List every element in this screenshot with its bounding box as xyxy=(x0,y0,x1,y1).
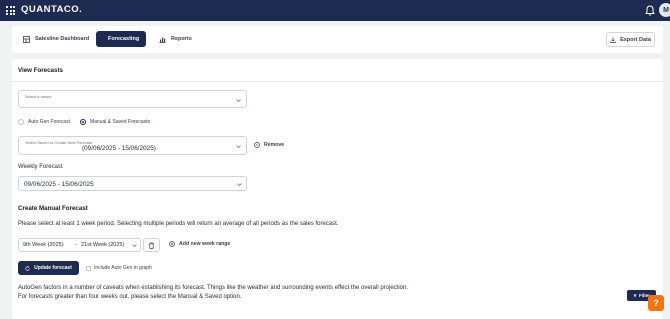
week-start-value: 9th Week (2025) xyxy=(23,242,64,248)
include-autogen-checkbox[interactable] xyxy=(86,265,91,271)
view-forecasts-heading: View Forecasts xyxy=(18,67,63,74)
add-circle-icon xyxy=(169,241,175,247)
venue-select[interactable]: Select a venue xyxy=(18,90,247,108)
tab-bar: Salesline Dashboard Forecasting Reports xyxy=(12,26,663,53)
dashboard-icon xyxy=(23,35,30,43)
tab-label: Forecasting xyxy=(108,36,140,42)
tab-label: Salesline Dashboard xyxy=(35,36,90,42)
bell-icon[interactable] xyxy=(645,5,655,16)
create-manual-forecast-heading: Create Manual Forecast xyxy=(18,205,88,212)
chevron-down-icon xyxy=(236,145,241,149)
chevron-down-icon xyxy=(236,99,241,103)
trash-icon xyxy=(149,241,154,249)
update-forecast-button[interactable]: Update forecast xyxy=(18,261,79,275)
tab-label: Reports xyxy=(171,36,192,42)
weekly-forecast-value: 09/06/2025 - 15/06/2025 xyxy=(24,181,94,188)
radio-manual-saved[interactable] xyxy=(79,119,86,125)
apps-grid-icon[interactable] xyxy=(6,6,15,15)
chevron-down-icon xyxy=(237,183,242,187)
download-icon xyxy=(610,37,616,43)
help-button[interactable]: ? xyxy=(648,295,664,311)
remove-button[interactable]: Remove xyxy=(254,142,284,148)
section-divider xyxy=(12,81,663,82)
bar-chart-icon xyxy=(159,37,166,43)
delete-range-button[interactable] xyxy=(143,238,160,252)
radio-auto-gen[interactable] xyxy=(18,119,24,125)
include-autogen-row: Include Auto Gen in graph xyxy=(86,265,152,271)
week-end-value: 21st Week (2025) xyxy=(81,242,125,248)
tab-salesline-dashboard[interactable]: Salesline Dashboard xyxy=(16,31,96,47)
week-range-separator: - xyxy=(75,242,77,248)
filter-icon xyxy=(633,294,637,298)
avatar[interactable]: M xyxy=(659,3,670,17)
remove-circle-icon xyxy=(254,142,260,148)
remove-label: Remove xyxy=(264,142,285,148)
add-week-range-label: Add new week range xyxy=(179,241,231,247)
tab-forecasting[interactable]: Forecasting xyxy=(96,31,146,47)
autogen-note-line-2: For forecasts greater than four weeks ou… xyxy=(18,294,242,300)
weekly-forecast-label: Weekly Forecast xyxy=(18,164,63,170)
forecast-type-radio-group: Auto Gen Forecast Manual & Saved Forecas… xyxy=(18,119,150,125)
chevron-down-icon xyxy=(132,244,137,248)
refresh-icon xyxy=(25,265,30,271)
radio-manual-saved-label: Manual & Saved Forecasts xyxy=(89,119,150,125)
update-forecast-label: Update forecast xyxy=(34,265,72,271)
saved-forecast-value: (09/06/2025 - 15/06/2025) xyxy=(82,145,156,152)
export-data-button[interactable]: Export Data xyxy=(606,32,655,47)
include-autogen-label: Include Auto Gen in graph xyxy=(94,265,152,271)
help-label: ? xyxy=(653,298,659,308)
venue-select-label: Select a venue xyxy=(25,94,52,99)
brand-logo[interactable]: QUANTACO. xyxy=(21,4,82,15)
saved-forecast-select[interactable]: Select Saved or Create New Forecast (09/… xyxy=(18,136,247,155)
week-range-select[interactable]: 9th Week (2025) - 21st Week (2025) xyxy=(18,238,141,252)
weekly-forecast-select[interactable]: 09/06/2025 - 15/06/2025 xyxy=(18,176,247,191)
top-nav-bar: QUANTACO. M xyxy=(0,0,670,21)
add-week-range-button[interactable]: Add new week range xyxy=(169,241,230,247)
export-label: Export Data xyxy=(620,36,651,43)
tab-reports[interactable]: Reports xyxy=(152,31,199,47)
manual-forecast-instruction: Please select at least 1 week period. Se… xyxy=(18,221,339,227)
autogen-note-line-1: AutoGen factors in a number of caveats w… xyxy=(18,285,408,291)
radio-auto-gen-label: Auto Gen Forecast xyxy=(28,119,70,125)
